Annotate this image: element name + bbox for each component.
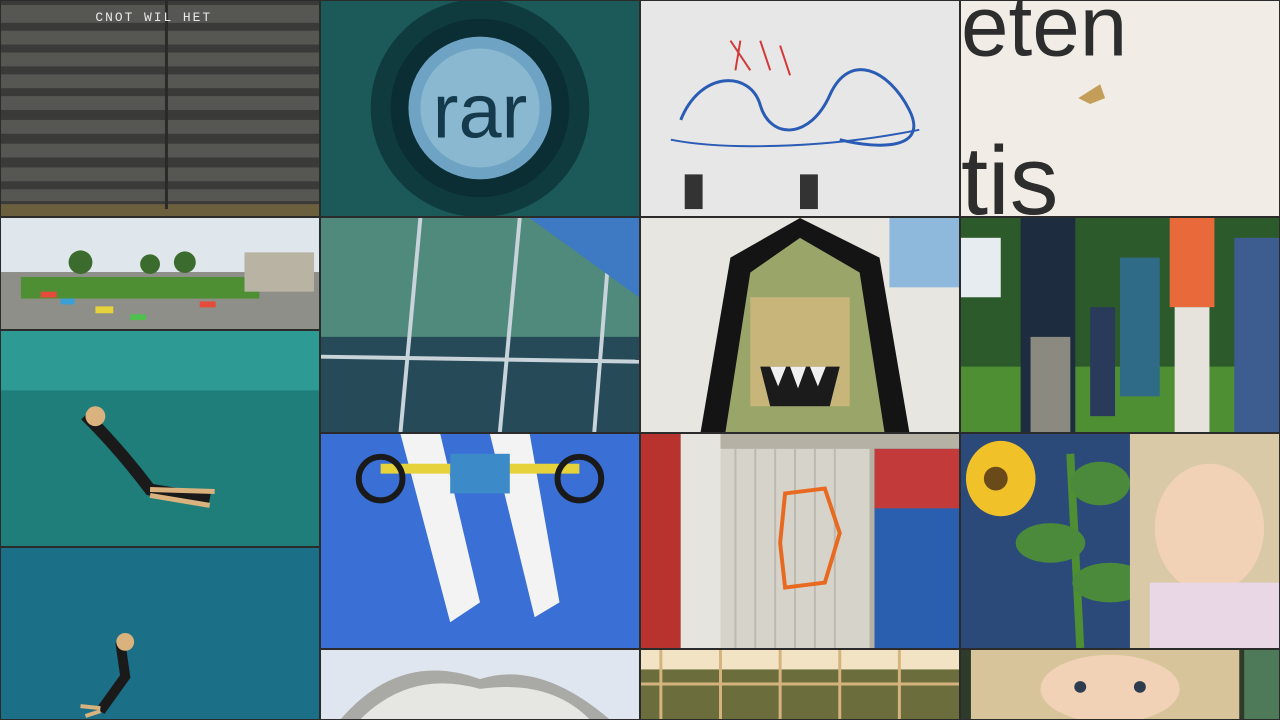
photo-magnifier[interactable]: rar (320, 0, 640, 217)
crowd-park-image (961, 218, 1279, 432)
hooded-skull-image (641, 218, 959, 432)
photo-bench[interactable]: CNOT WIL HET (0, 0, 320, 217)
sign-letters-image: eten tis (961, 1, 1279, 216)
swimmer-1-image (1, 331, 319, 546)
bench-caption: CNOT WIL HET (95, 10, 212, 25)
magnifier-image: rar (321, 1, 639, 216)
photo-plaza[interactable] (0, 217, 320, 330)
photo-hooded-skull-mural[interactable] (640, 217, 960, 433)
sunflower-girl-image (961, 434, 1279, 648)
photo-lego-boat[interactable] (320, 433, 640, 649)
photo-fist-graffiti-door[interactable] (640, 433, 960, 649)
photo-glass-facade[interactable] (320, 217, 640, 433)
photo-swimmer-1[interactable] (0, 330, 320, 547)
fist-graffiti-image (641, 434, 959, 648)
bench-image: CNOT WIL HET (1, 1, 319, 216)
photo-sunflower-girl[interactable] (960, 433, 1280, 649)
graffiti-tag-image (641, 1, 959, 216)
trellis-image (641, 650, 959, 719)
photo-graffiti-tag[interactable] (640, 0, 960, 217)
photo-sign-letters[interactable]: eten tis (960, 0, 1280, 217)
photo-crowd-park[interactable] (960, 217, 1280, 433)
sign-caption-bottom: tis (961, 126, 1058, 216)
photo-trellis[interactable] (640, 649, 960, 720)
child-closeup-image (961, 650, 1279, 719)
glass-facade-image (321, 218, 639, 432)
sign-caption-top: eten (961, 1, 1127, 74)
magnifier-caption: rar (433, 69, 528, 155)
lego-boat-image (321, 434, 639, 648)
photo-parachute[interactable] (320, 649, 640, 720)
plaza-image (1, 218, 319, 329)
photo-child-closeup[interactable] (960, 649, 1280, 720)
swimmer-2-image (1, 548, 319, 719)
parachute-image (321, 650, 639, 719)
photo-swimmer-2[interactable] (0, 547, 320, 720)
